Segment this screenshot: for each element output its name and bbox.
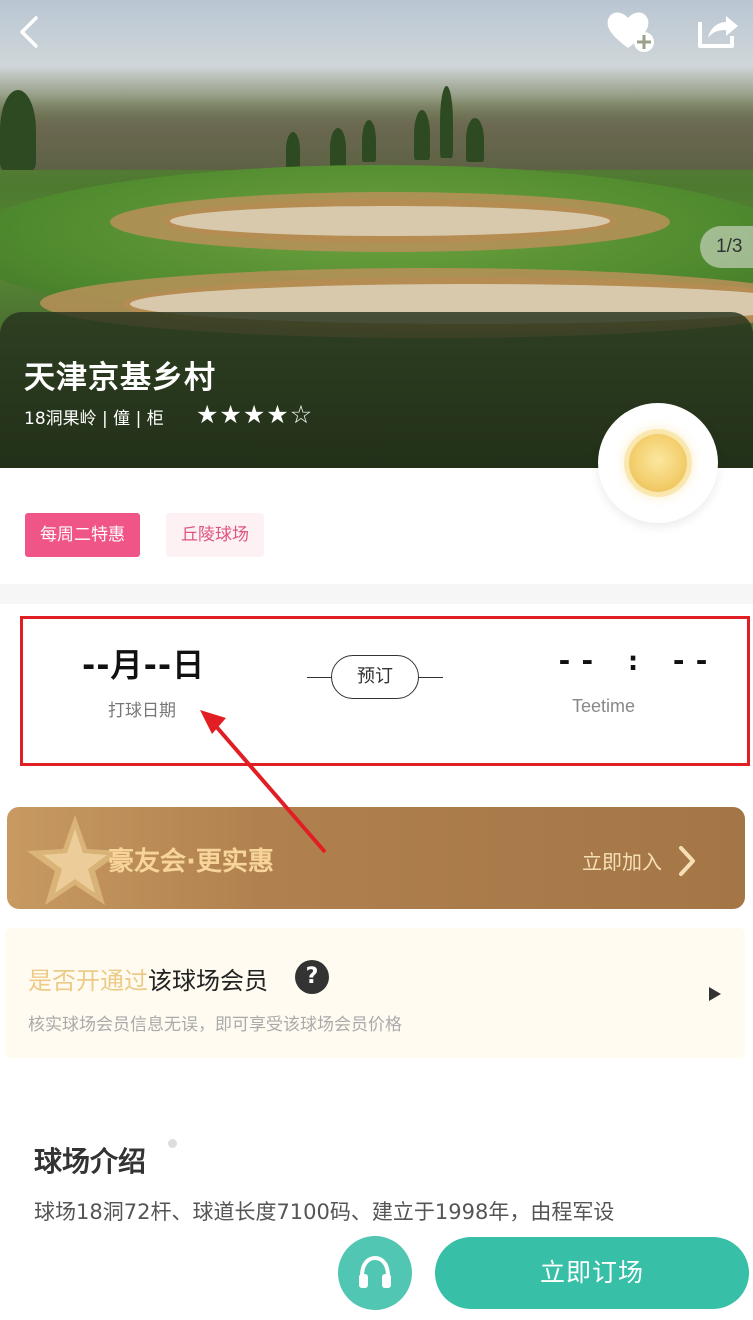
star-icon: ★: [242, 400, 266, 429]
teetime-label: Teetime: [572, 696, 636, 716]
tree: [466, 118, 484, 162]
club-title: 豪友会·更实惠: [108, 847, 274, 877]
member-title-highlight: 是否开通过: [28, 967, 148, 995]
image-counter: 1/3: [700, 226, 753, 268]
play-date-value[interactable]: --月--日: [82, 640, 205, 686]
book-now-button[interactable]: 立即订场: [435, 1237, 749, 1309]
tree: [330, 128, 346, 168]
back-icon[interactable]: [12, 12, 52, 52]
member-subtitle: 核实球场会员信息无误，即可享受该球场会员价格: [28, 1015, 402, 1035]
divider-line: [307, 677, 333, 678]
sun-icon: [629, 434, 687, 492]
divider-line: [417, 677, 443, 678]
course-subtitle: 18洞果岭 | 僮 | 柜: [24, 409, 164, 429]
book-button[interactable]: 预订: [331, 655, 419, 699]
tree: [0, 90, 36, 170]
share-icon[interactable]: [692, 8, 740, 52]
sand-bunker: [170, 206, 610, 236]
teetime-value[interactable]: -- : --: [556, 644, 716, 677]
weather-badge[interactable]: [598, 403, 718, 523]
favorite-add-icon[interactable]: [604, 6, 656, 54]
customer-service-button[interactable]: [338, 1236, 412, 1310]
star-icon: ★: [266, 400, 289, 429]
club-join-link[interactable]: 立即加入: [582, 846, 662, 875]
decorative-dot: [168, 1139, 177, 1148]
star-icon: ☆: [289, 400, 313, 429]
play-icon[interactable]: [708, 986, 722, 1002]
chevron-right-icon[interactable]: [676, 844, 698, 878]
tag-weekly-deal: 每周二特惠: [25, 513, 140, 557]
tag-course-type: 丘陵球场: [166, 513, 264, 557]
intro-text: 球场18洞72杆、球道长度7100码、建立于1998年，由程军设: [34, 1200, 615, 1224]
member-title-rest: 该球场会员: [148, 967, 268, 995]
intro-title: 球场介绍: [34, 1145, 147, 1178]
tree-line: [0, 95, 753, 170]
tree: [440, 86, 453, 158]
headset-icon: [359, 1255, 391, 1288]
help-icon[interactable]: ?: [295, 960, 329, 994]
play-date-label: 打球日期: [108, 701, 176, 721]
rating-stars: ★ ★ ★ ★ ☆: [196, 401, 312, 429]
tree: [286, 132, 300, 168]
tree: [362, 120, 376, 162]
tree: [414, 110, 430, 160]
member-title: 是否开通过该球场会员: [28, 961, 268, 996]
star-icon: ★: [219, 400, 242, 429]
star-icon: ★: [196, 400, 219, 429]
section-divider: [0, 584, 753, 604]
course-name: 天津京基乡村: [24, 360, 216, 396]
